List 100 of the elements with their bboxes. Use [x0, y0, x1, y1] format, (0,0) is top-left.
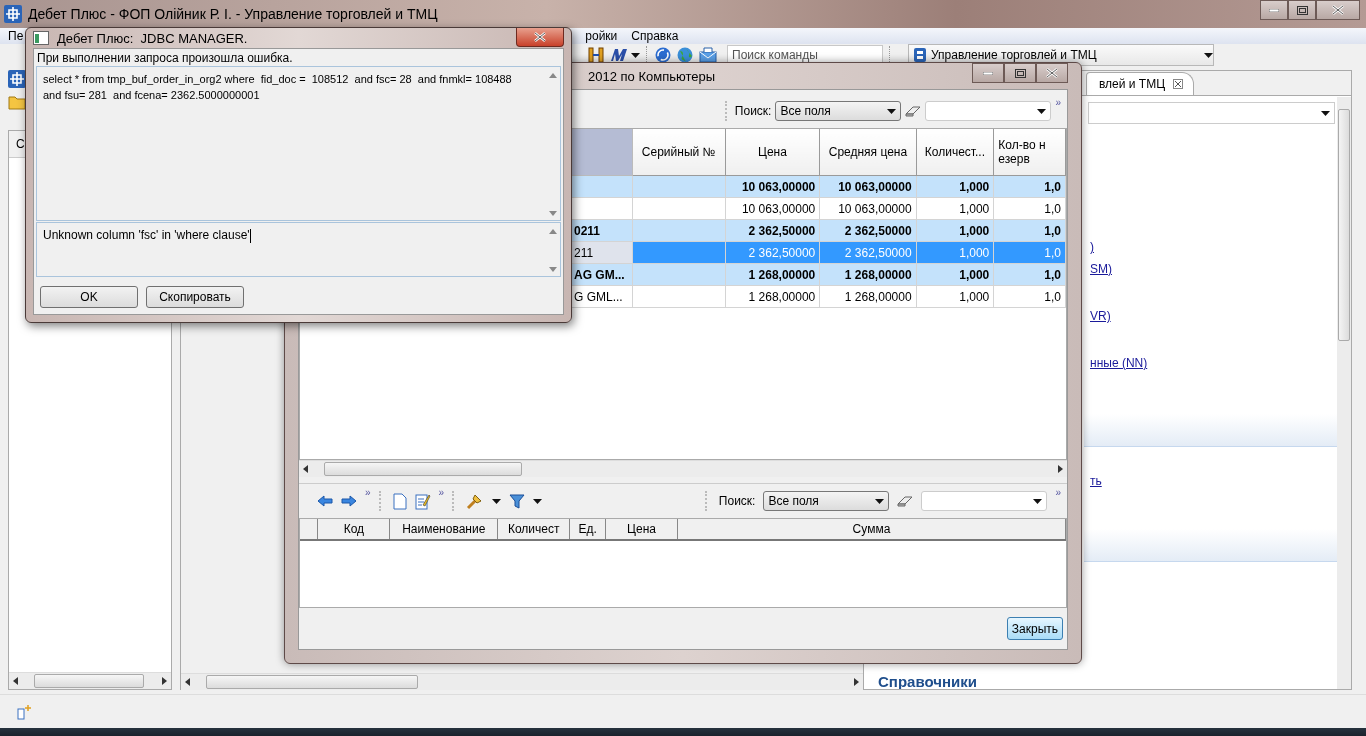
column-header[interactable]: Кол-во н езерв — [993, 129, 1066, 176]
maximize-button[interactable] — [1004, 63, 1036, 83]
maximize-icon — [1014, 68, 1026, 78]
column-header[interactable]: Наименование — [389, 519, 498, 540]
close-icon — [1332, 5, 1344, 15]
command-search-field[interactable]: Поиск команды — [727, 45, 883, 65]
dialog-button[interactable]: Скопировать — [146, 286, 244, 308]
columns-icon[interactable] — [588, 47, 604, 63]
link[interactable]: ть — [1090, 474, 1102, 488]
dropdown-arrow-icon — [875, 498, 885, 504]
scroll-left-icon[interactable] — [185, 678, 190, 686]
close-button[interactable]: Закрыть — [1006, 617, 1063, 640]
horizontal-scrollbar[interactable] — [299, 460, 1067, 477]
scroll-left-icon[interactable] — [13, 677, 18, 685]
close-icon — [1046, 68, 1058, 78]
link[interactable]: SM) — [1090, 262, 1112, 276]
window-icon — [33, 31, 49, 45]
dialog-title: Дебет Плюс: JDBC MANAGER. — [57, 30, 248, 46]
scroll-down-icon[interactable] — [549, 267, 557, 272]
more-button[interactable]: » — [365, 488, 371, 498]
scroll-up-icon[interactable] — [549, 229, 557, 234]
link[interactable]: VR) — [1090, 309, 1111, 323]
maximize-button[interactable] — [1288, 0, 1316, 20]
dropdown-arrow-icon[interactable] — [533, 498, 543, 504]
vertical-scrollbar[interactable] — [1337, 97, 1351, 689]
menu-item[interactable]: Пе — [8, 29, 24, 43]
column-header[interactable]: Цена — [725, 129, 820, 176]
minimize-icon — [983, 71, 993, 75]
more-button[interactable]: » — [1055, 98, 1061, 108]
search-input[interactable] — [925, 101, 1052, 121]
error-message: При выполнении запроса произошла ошибка. — [36, 51, 294, 65]
panel-tab[interactable]: С — [16, 137, 25, 151]
search-field-dropdown[interactable]: Все поля — [763, 491, 890, 511]
filter-icon[interactable] — [509, 493, 526, 509]
table-cell: 1,000 — [916, 285, 994, 308]
close-button[interactable] — [1036, 63, 1068, 83]
perspective-icon — [913, 47, 927, 63]
query-text-area[interactable]: select * from tmp_buf_order_in_org2 where fid_doc = 108512 and fsc= 28 and fnmkl= 108488 and fsu= 281 and fcena= 2362.5000000001 — [36, 66, 561, 221]
scroll-right-icon[interactable] — [162, 677, 167, 685]
dropdown-arrow-icon — [887, 108, 897, 114]
dialog-button[interactable]: OK — [40, 286, 138, 308]
dropdown-arrow-icon — [1204, 52, 1213, 58]
column-header[interactable]: Сумма — [677, 519, 1066, 540]
table-cell: 1,000 — [916, 197, 994, 220]
column-header[interactable]: Ед. — [569, 519, 606, 540]
close-button[interactable] — [516, 28, 564, 47]
edit-icon[interactable] — [414, 492, 431, 510]
column-header[interactable]: Количест... — [916, 129, 994, 176]
horizontal-scrollbar[interactable] — [181, 673, 863, 690]
eraser-icon[interactable] — [897, 495, 914, 507]
scroll-right-icon[interactable] — [854, 678, 859, 686]
minimize-button[interactable] — [972, 63, 1004, 83]
more-button[interactable]: » — [1055, 488, 1061, 498]
column-header[interactable]: Код — [317, 519, 390, 540]
search-label: Поиск: — [718, 494, 756, 508]
column-header[interactable] — [300, 519, 318, 540]
dropdown-arrow-icon — [1033, 498, 1043, 504]
close-icon[interactable] — [1173, 79, 1184, 89]
table-cell: 10 063,00000 — [725, 197, 820, 220]
table-cell: 10 063,00000 — [819, 197, 917, 220]
dropdown-arrow-icon — [1037, 108, 1047, 114]
scroll-down-icon[interactable] — [549, 211, 557, 216]
table-cell: 1,0 — [993, 285, 1066, 308]
link[interactable]: нные (NN) — [1090, 356, 1148, 370]
perspective-dropdown[interactable]: Управление торговлей и ТМЦ — [908, 44, 1214, 66]
more-button[interactable]: » — [438, 488, 445, 498]
panel-tab[interactable]: влей и ТМЦ — [1086, 72, 1195, 95]
horizontal-scrollbar[interactable] — [9, 672, 171, 689]
app-logo-icon[interactable] — [8, 70, 26, 88]
column-header[interactable]: Средняя цена — [819, 129, 917, 176]
error-text-area[interactable]: Unknown column 'fsc' in 'where clause' — [36, 222, 561, 277]
eraser-icon[interactable] — [905, 105, 922, 117]
dropdown-arrow-icon[interactable] — [631, 52, 640, 58]
back-arrow-icon[interactable] — [317, 495, 333, 507]
app-logo-icon — [4, 5, 22, 23]
column-header[interactable]: Серийный № — [632, 129, 726, 176]
folder-icon[interactable] — [8, 94, 26, 110]
menu-item[interactable]: Справка — [631, 29, 679, 43]
search-field-dropdown[interactable]: Все поля — [775, 101, 902, 121]
minimize-button[interactable] — [1260, 0, 1288, 20]
table-cell: 1,0 — [993, 197, 1066, 220]
menu-item[interactable]: ройки — [585, 29, 618, 43]
column-header[interactable]: Количест — [497, 519, 570, 540]
close-button[interactable] — [1316, 0, 1360, 20]
document-icon[interactable] — [392, 492, 407, 510]
globe-icon[interactable] — [677, 47, 693, 63]
mail-icon[interactable] — [699, 47, 717, 63]
dropdown-arrow-icon[interactable] — [492, 498, 502, 504]
search-input[interactable] — [921, 491, 1048, 511]
table-cell: 1 268,00000 — [819, 285, 917, 308]
forward-arrow-icon[interactable] — [341, 495, 357, 507]
scroll-right-icon[interactable] — [1058, 465, 1063, 473]
link[interactable]: ) — [1090, 240, 1094, 254]
window-title: 2012 по Компьютеры — [588, 68, 716, 84]
column-header[interactable]: Цена — [605, 519, 678, 540]
dropdown-field[interactable] — [1088, 102, 1335, 124]
scroll-up-icon[interactable] — [549, 73, 557, 78]
m-letter-icon[interactable] — [610, 48, 628, 62]
scroll-left-icon[interactable] — [303, 465, 308, 473]
dropdown-arrow-icon — [1321, 110, 1330, 116]
